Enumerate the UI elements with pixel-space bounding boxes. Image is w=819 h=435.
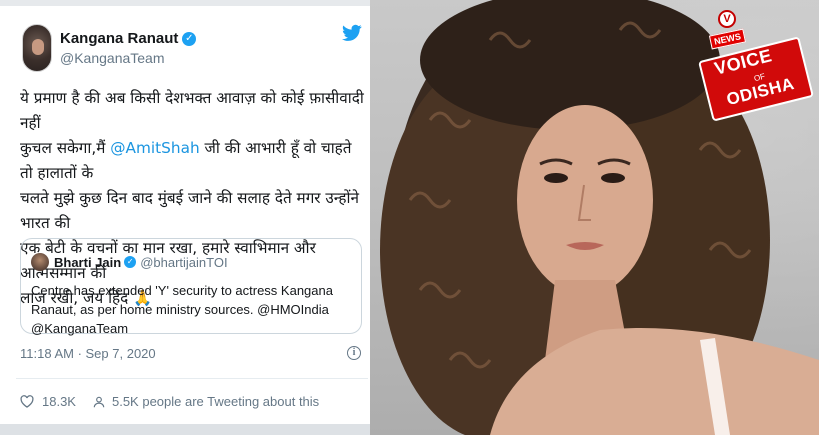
engagement-row: 18.3K 5.5K people are Tweeting about thi…: [20, 394, 319, 409]
tweet-card: Kangana Ranaut ✓ @KanganaTeam ये प्रमाण …: [0, 0, 370, 435]
bottom-strip: [0, 424, 370, 435]
author-avatar[interactable]: [22, 24, 52, 72]
tweet-author[interactable]: Kangana Ranaut ✓ @KanganaTeam: [22, 22, 197, 74]
info-icon[interactable]: i: [347, 346, 361, 360]
tweet-timestamp[interactable]: 11:18 AM · Sep 7, 2020: [20, 346, 156, 361]
author-name[interactable]: Kangana Ranaut: [60, 30, 178, 47]
verified-badge-icon: ✓: [182, 31, 197, 46]
author-name-line: Kangana Ranaut ✓: [60, 30, 197, 47]
tweet-text-line: ये प्रमाण है की अब किसी देशभक्त आवाज़ को…: [20, 89, 364, 132]
author-handle[interactable]: @KanganaTeam: [60, 50, 196, 66]
people-icon[interactable]: [92, 395, 106, 409]
brand-v-mark: V: [718, 10, 736, 28]
top-strip: [0, 0, 370, 6]
twitter-bird-icon[interactable]: [342, 24, 362, 42]
people-tweeting-text[interactable]: 5.5K people are Tweeting about this: [112, 394, 319, 409]
quoted-tweet-author: Bharti Jain ✓ @bhartijainTOI: [31, 253, 228, 271]
quoted-author-avatar: [31, 253, 49, 271]
like-count: 18.3K: [42, 394, 76, 409]
quoted-author-name: Bharti Jain: [54, 254, 122, 270]
brand-news-tag: NEWS: [708, 28, 747, 50]
quoted-tweet-card[interactable]: Bharti Jain ✓ @bhartijainTOI Centre has …: [20, 238, 362, 336]
brand-logo: V NEWS VOICE OF ODISHA: [698, 4, 814, 122]
quoted-author-handle: @bhartijainTOI: [140, 254, 228, 270]
heart-icon[interactable]: [20, 395, 34, 408]
tweet-text-line: कुचल सकेगा,मैं: [20, 139, 106, 157]
tweet-text-line: चलते मुझे कुछ दिन बाद मुंबई जाने की सलाह…: [20, 189, 359, 232]
quoted-verified-badge-icon: ✓: [124, 256, 137, 268]
author-names: Kangana Ranaut ✓ @KanganaTeam: [60, 30, 197, 66]
mention-link[interactable]: @AmitShah: [110, 139, 199, 157]
divider: [16, 378, 368, 379]
quoted-tweet-text: Centre has extended 'Y' security to actr…: [31, 283, 333, 336]
